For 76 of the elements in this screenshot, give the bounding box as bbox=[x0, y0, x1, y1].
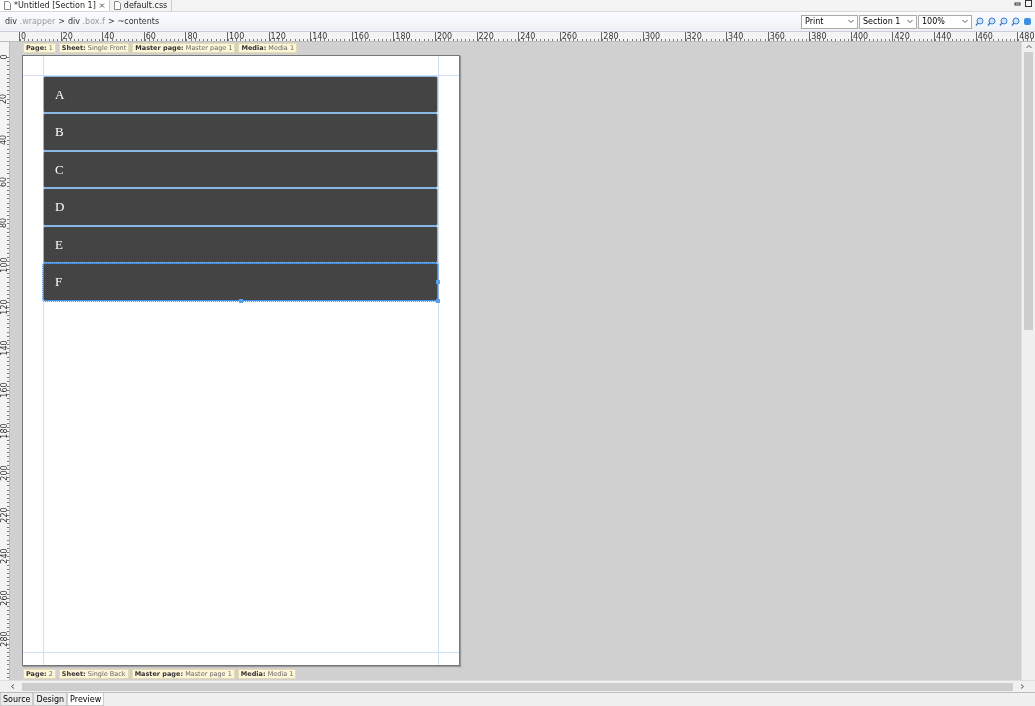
ruler-label: 160 bbox=[353, 32, 370, 41]
ruler-label: 240 bbox=[0, 548, 9, 564]
ruler-label: 360 bbox=[769, 32, 785, 41]
ruler-label: 60 bbox=[145, 32, 156, 41]
ruler-label: 80 bbox=[0, 218, 9, 229]
breadcrumb-item[interactable]: div .wrapper bbox=[5, 17, 56, 26]
ruler-label: 280 bbox=[603, 32, 619, 41]
ruler-label: 140 bbox=[312, 32, 328, 41]
resize-handle[interactable] bbox=[239, 298, 243, 303]
breadcrumb-separator: > bbox=[58, 17, 65, 26]
zoom-select[interactable]: 100% bbox=[918, 14, 972, 29]
ruler-label: 0 bbox=[0, 54, 9, 60]
breadcrumb-item[interactable]: div .box.f bbox=[67, 17, 105, 26]
close-icon[interactable] bbox=[98, 3, 105, 8]
ruler-label: 400 bbox=[852, 32, 869, 41]
content-block[interactable]: D bbox=[43, 188, 438, 226]
zoom-icon[interactable] bbox=[987, 17, 996, 26]
ruler-label: 300 bbox=[644, 32, 661, 41]
section-select[interactable]: Section 1 bbox=[859, 14, 917, 29]
breadcrumb-separator: > bbox=[107, 17, 115, 26]
ruler-label: 280 bbox=[0, 631, 9, 647]
resize-handle[interactable] bbox=[436, 280, 440, 285]
zoom-icon[interactable] bbox=[975, 17, 984, 26]
ruler-label: 340 bbox=[728, 32, 744, 41]
ruler-label: 480 bbox=[1019, 32, 1035, 41]
ruler-label: 20 bbox=[62, 32, 73, 41]
chevron-left-icon[interactable] bbox=[10, 684, 16, 689]
minimize-icon[interactable] bbox=[1014, 0, 1021, 7]
maximize-icon[interactable] bbox=[1025, 0, 1032, 7]
content-block[interactable]: B bbox=[43, 113, 438, 151]
ruler-label: 320 bbox=[686, 32, 702, 41]
ruler-label: 20 bbox=[0, 93, 9, 104]
ruler-label: 100 bbox=[228, 32, 245, 41]
ruler-label: 120 bbox=[0, 298, 9, 315]
chevron-down-icon[interactable] bbox=[962, 19, 968, 24]
ruler-label: 160 bbox=[0, 382, 9, 398]
horizontal-scrollbar[interactable] bbox=[0, 680, 1035, 692]
resize-handle[interactable] bbox=[436, 298, 440, 303]
chevron-down-icon[interactable] bbox=[848, 19, 854, 24]
ruler-label: 40 bbox=[0, 135, 9, 146]
ruler-label: 260 bbox=[561, 32, 577, 41]
chevron-right-icon[interactable] bbox=[1019, 684, 1025, 689]
content-block[interactable]: F bbox=[43, 263, 438, 301]
ruler-label: 260 bbox=[0, 590, 9, 606]
ruler-label: 40 bbox=[104, 32, 115, 41]
zoom-icon[interactable] bbox=[999, 17, 1008, 26]
ruler-label: 180 bbox=[0, 423, 9, 439]
breadcrumb-item[interactable]: ~contents bbox=[117, 17, 160, 26]
view-tab[interactable]: Source bbox=[0, 693, 34, 706]
content-block[interactable]: E bbox=[43, 225, 438, 264]
view-tab[interactable]: Design bbox=[33, 693, 68, 706]
content-block[interactable]: A bbox=[43, 75, 438, 114]
ruler-label: 180 bbox=[395, 32, 411, 41]
content-block[interactable]: C bbox=[43, 150, 438, 189]
chevron-up-icon[interactable] bbox=[1025, 44, 1032, 49]
ruler-label: 240 bbox=[520, 32, 536, 41]
chevron-down-icon[interactable] bbox=[907, 19, 913, 24]
zoom-icon[interactable] bbox=[1011, 17, 1020, 26]
ruler-label: 0 bbox=[21, 32, 27, 41]
ruler-label: 200 bbox=[0, 465, 9, 481]
view-tab[interactable]: Preview bbox=[67, 693, 105, 706]
ruler-label: 220 bbox=[0, 506, 9, 523]
editor-tab[interactable]: *Untitled [Section 1] bbox=[0, 0, 110, 11]
ruler-label: 100 bbox=[0, 257, 9, 273]
vertical-scrollbar[interactable] bbox=[1021, 42, 1035, 680]
ruler-label: 200 bbox=[436, 32, 453, 41]
ruler-label: 140 bbox=[0, 340, 9, 356]
media-select[interactable]: Print bbox=[801, 14, 858, 29]
ruler-label: 460 bbox=[977, 32, 993, 41]
ruler-label: 80 bbox=[187, 32, 198, 41]
ruler-label: 120 bbox=[270, 32, 286, 41]
ruler-label: 440 bbox=[936, 32, 952, 41]
ruler-label: 420 bbox=[894, 32, 910, 41]
ruler-label: 220 bbox=[478, 32, 494, 41]
ruler-label: 60 bbox=[0, 176, 9, 187]
ruler-label: 380 bbox=[811, 32, 827, 41]
